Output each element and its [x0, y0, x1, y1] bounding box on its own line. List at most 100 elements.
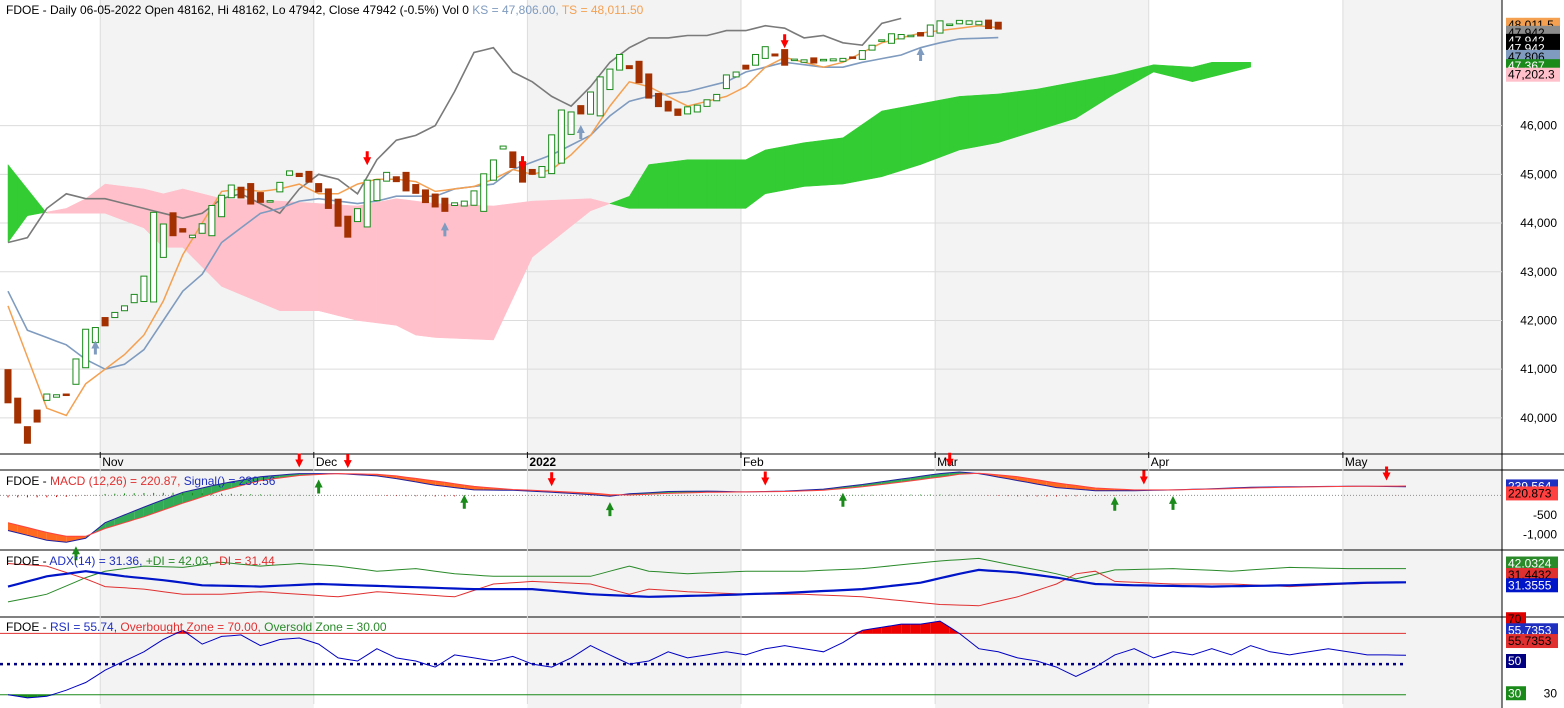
candle-up	[936, 20, 944, 34]
candle-up	[819, 58, 828, 62]
candle-up	[286, 170, 294, 176]
macd-sell-arrow	[343, 454, 352, 469]
cloud-bull-segment	[832, 137, 844, 185]
candle-down	[62, 393, 70, 397]
candle-up	[732, 71, 740, 78]
cloud-bear-segment	[512, 202, 523, 299]
cloud-bull-segment	[1231, 62, 1242, 73]
cloud-bull-segment	[648, 163, 659, 209]
candle-up	[586, 91, 595, 115]
candle-down	[577, 105, 585, 115]
cloud-bear-segment	[260, 200, 271, 308]
cloud-bull-segment	[939, 97, 950, 158]
cloud-bull-segment	[1240, 62, 1251, 70]
candle-down	[237, 186, 245, 199]
candle-up	[722, 74, 730, 90]
candle-up	[373, 179, 381, 202]
cloud-bull-segment	[842, 130, 853, 185]
cloud-bull-segment	[1221, 62, 1232, 75]
candle-up	[198, 223, 206, 234]
rsi-tick-label: 30	[1544, 686, 1558, 700]
rsi-header-name: FDOE -	[6, 620, 50, 634]
candle-up	[91, 327, 99, 344]
candle-up	[460, 200, 468, 207]
adx-header: FDOE - ADX(14) = 31.36, +DI = 42.03, -DI…	[6, 554, 275, 568]
candle-down	[315, 183, 323, 193]
candle-down	[334, 198, 342, 227]
cloud-bull-segment	[17, 176, 28, 230]
candle-up	[800, 59, 808, 63]
cloud-bear-segment	[425, 202, 436, 338]
cloud-bear-segment	[502, 203, 514, 320]
macd-sell-arrow	[761, 471, 770, 486]
month-label: Nov	[102, 455, 123, 469]
cloud-bull-segment	[677, 159, 688, 209]
macd-buy-arrow	[314, 479, 323, 494]
cloud-bull-segment	[920, 101, 931, 165]
candle-up	[82, 328, 90, 369]
candle-up	[965, 20, 973, 25]
cloud-bear-segment	[434, 203, 446, 339]
candle-down	[256, 192, 264, 203]
candle-down	[247, 183, 255, 205]
candle-down	[528, 168, 536, 175]
cloud-bull-segment	[794, 142, 805, 189]
cloud-bear-segment	[85, 190, 96, 214]
cloud-bull-segment	[959, 95, 970, 151]
rsi-header-ob: Overbought Zone = 70.00,	[120, 620, 265, 634]
candle-down	[994, 21, 1002, 30]
candle-up	[150, 211, 158, 303]
month-band	[100, 0, 314, 708]
candle-up	[790, 58, 798, 62]
cloud-bull-segment	[27, 188, 38, 217]
candle-down	[625, 65, 633, 70]
candle-down	[810, 57, 818, 64]
candle-up	[703, 99, 711, 107]
cloud-bear-segment	[289, 201, 300, 311]
macd-buy-arrow	[460, 494, 469, 509]
candle-up	[761, 46, 769, 59]
candle-up	[926, 24, 934, 37]
candle-up	[858, 50, 866, 60]
candle-down	[412, 184, 420, 194]
chart-canvas[interactable]: 40,000 41,000 42,000 43,000 44,000 45,000 46,0…	[0, 0, 1564, 708]
adx-header-mdi: -DI = 31.44	[215, 554, 275, 568]
cloud-bull-segment	[1036, 86, 1048, 131]
price-tick-label: 42,000	[1520, 313, 1557, 327]
candle-up	[693, 104, 701, 113]
candle-down	[849, 56, 857, 59]
cloud-bull-segment	[978, 94, 989, 147]
cloud-bear-segment	[493, 204, 504, 341]
cloud-bull-segment	[823, 138, 834, 186]
cloud-bull-segment	[871, 110, 882, 179]
candle-up	[188, 234, 196, 239]
candle-down	[664, 100, 672, 112]
cloud-bull-segment	[1085, 77, 1096, 113]
cloud-bull-segment	[1182, 66, 1193, 83]
candle-down	[392, 176, 400, 183]
cloud-bear-segment	[396, 198, 407, 331]
candle-up	[616, 53, 624, 71]
rsi-overbought-fill	[901, 624, 911, 634]
cloud-bear-segment	[269, 200, 281, 312]
cloud-bull-segment	[949, 96, 960, 154]
candle-up	[975, 20, 983, 26]
cloud-bear-segment	[541, 200, 552, 250]
cloud-bull-segment	[881, 108, 892, 178]
price-header-text: FDOE - Daily 06-05-2022 Open 48162, Hi 4…	[6, 3, 469, 17]
candle-up	[489, 159, 497, 181]
candle-up	[548, 134, 556, 175]
candle-down	[441, 197, 449, 212]
candle-up	[140, 275, 148, 302]
candle-down	[344, 215, 352, 238]
month-label: Dec	[316, 455, 337, 469]
rsi-right-label: 30	[1508, 686, 1522, 700]
candle-up	[451, 202, 459, 207]
cloud-bull-segment	[726, 159, 737, 209]
cloud-bull-segment	[1192, 64, 1203, 83]
candle-up	[227, 184, 235, 199]
candle-down	[771, 53, 779, 57]
candle-up	[946, 23, 954, 27]
price-tick-label: 44,000	[1520, 216, 1557, 230]
cloud-bull-segment	[1027, 88, 1038, 134]
